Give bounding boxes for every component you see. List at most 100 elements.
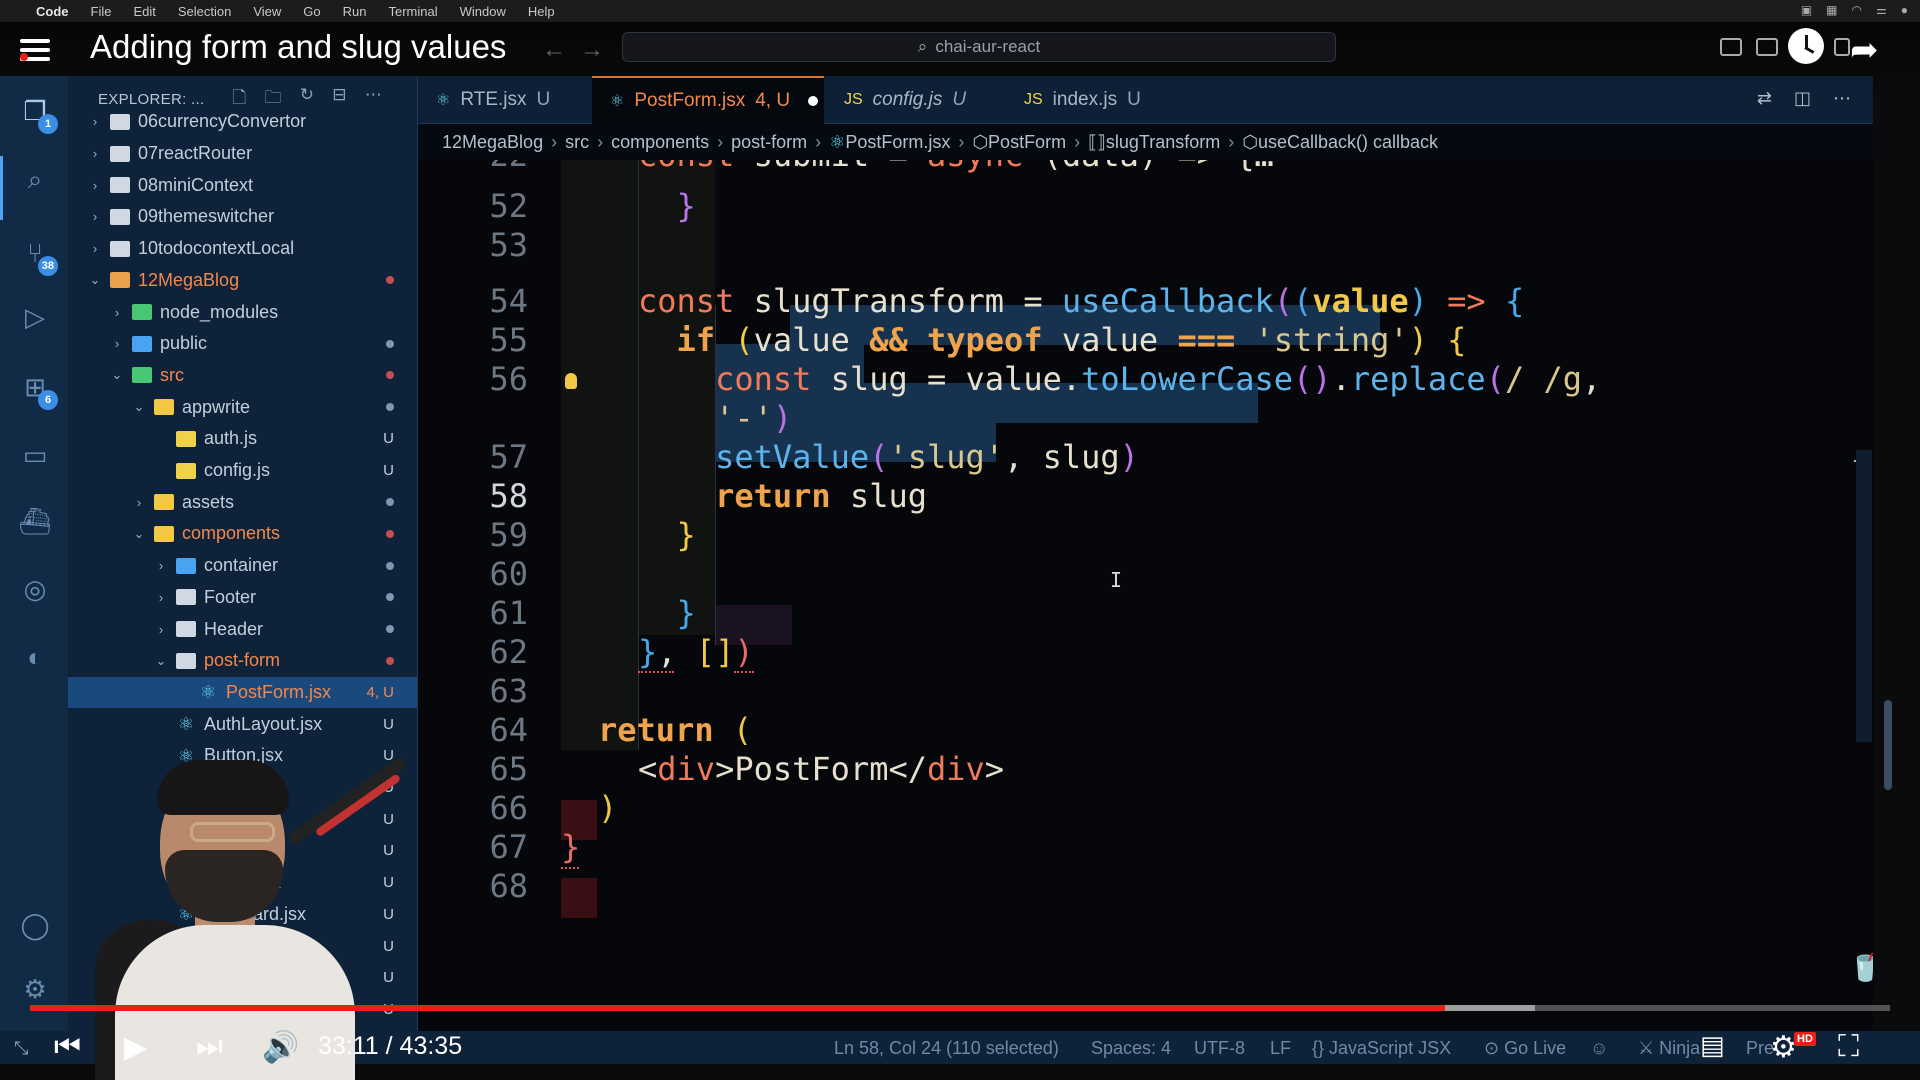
remote-explorer-icon[interactable]: ▭ xyxy=(18,438,52,472)
previous-icon[interactable]: ⏮ xyxy=(54,1030,81,1064)
folder-item[interactable]: ⌄ appwrite xyxy=(68,391,417,423)
back-arrow-icon[interactable]: ← xyxy=(542,36,566,64)
search-icon[interactable]: ⌕ xyxy=(18,162,52,196)
more-actions-icon[interactable]: ⋯ xyxy=(1833,88,1851,109)
tab-postform[interactable]: ⚛ PostForm.jsx 4, U xyxy=(592,76,824,124)
menu-code[interactable]: Code xyxy=(36,4,69,19)
menu-window[interactable]: Window xyxy=(460,4,506,19)
breadcrumb-item[interactable]: PostForm xyxy=(988,132,1066,153)
file-item[interactable]: auth.js U xyxy=(68,423,417,455)
menu-view[interactable]: View xyxy=(253,4,281,19)
folder-item[interactable]: › 07reactRouter xyxy=(68,138,417,170)
breadcrumb-item[interactable]: post-form xyxy=(731,132,807,153)
live-share-icon[interactable]: ◐ xyxy=(18,640,52,674)
menu-go[interactable]: Go xyxy=(303,4,320,19)
menu-help[interactable]: Help xyxy=(528,4,555,19)
file-item[interactable]: config.js U xyxy=(68,455,417,487)
account-icon[interactable]: ◯ xyxy=(18,908,52,942)
wifi-icon[interactable]: ◠ xyxy=(1852,3,1862,17)
explorer-icon[interactable]: ❐ 1 xyxy=(18,94,58,134)
chevron-down-icon: ⌄ xyxy=(155,652,167,668)
line-number: 22 xyxy=(418,160,528,174)
toggle-panel-icon[interactable] xyxy=(1756,38,1778,56)
tree-item-label: container xyxy=(204,555,279,576)
next-icon[interactable]: ⏭ xyxy=(196,1030,223,1064)
progress-bar-played[interactable] xyxy=(30,1005,1445,1011)
github-icon[interactable]: ◎ xyxy=(18,572,52,606)
run-debug-icon[interactable]: ▷ xyxy=(18,300,52,334)
volume-icon[interactable]: 🔊 xyxy=(262,1030,299,1065)
source-control-icon[interactable]: ⑂ 38 xyxy=(18,236,58,276)
menu-edit[interactable]: Edit xyxy=(133,4,155,19)
folder-item[interactable]: › 06currencyConvertor xyxy=(68,106,417,138)
line-number: 60 xyxy=(489,555,528,593)
chevron-right-icon: › xyxy=(114,336,120,352)
settings-gear-icon[interactable]: ⚙ xyxy=(18,972,52,1006)
breadcrumb-item[interactable]: 12MegaBlog xyxy=(442,132,543,153)
folder-item[interactable]: › container xyxy=(68,550,417,582)
watch-later-icon[interactable] xyxy=(1788,28,1824,64)
folder-item[interactable]: › node_modules xyxy=(68,296,417,328)
toggle-sidebar-icon[interactable] xyxy=(1720,38,1742,56)
folder-icon xyxy=(110,272,130,289)
menu-run[interactable]: Run xyxy=(343,4,367,19)
share-icon[interactable]: ➦ xyxy=(1850,30,1879,70)
folder-item[interactable]: › 08miniContext xyxy=(68,169,417,201)
control-center-icon[interactable]: ⚌ xyxy=(1876,3,1887,17)
breadcrumb-item[interactable]: src xyxy=(565,132,589,153)
line-number: 67 xyxy=(489,828,528,866)
menu-selection[interactable]: Selection xyxy=(178,4,231,19)
play-icon[interactable]: ▶ xyxy=(124,1030,147,1065)
cup-icon: 🥤 xyxy=(1848,950,1873,983)
folder-item[interactable]: ⌄ post-form xyxy=(68,645,417,677)
folder-item[interactable]: › 10todocontextLocal xyxy=(68,233,417,265)
folder-item[interactable]: › Header xyxy=(68,613,417,645)
file-item[interactable]: ⚛ PostForm.jsx 4, U xyxy=(68,676,417,709)
scrollbar-track[interactable] xyxy=(1856,450,1872,742)
modified-dot-icon xyxy=(386,403,394,412)
grid-icon[interactable]: ▦ xyxy=(1826,3,1837,17)
file-item[interactable]: ⚛ AuthLayout.jsx U xyxy=(68,708,417,740)
lightbulb-icon[interactable] xyxy=(565,373,577,389)
extensions-icon[interactable]: ⊞ 6 xyxy=(18,370,58,410)
chevron-right-icon: › xyxy=(717,131,724,152)
customize-layout-icon[interactable] xyxy=(1834,38,1850,56)
menu-file[interactable]: File xyxy=(91,4,112,19)
folder-item[interactable]: › public xyxy=(68,328,417,360)
breadcrumb-item[interactable]: slugTransform xyxy=(1106,132,1220,153)
folder-item[interactable]: ⌄ src xyxy=(68,360,417,392)
exit-fullscreen-icon[interactable]: ⛶ xyxy=(1838,1030,1859,1064)
folder-icon xyxy=(176,621,196,638)
folder-item[interactable]: › assets xyxy=(68,486,417,518)
vertical-scrollbar[interactable] xyxy=(1884,700,1892,790)
command-center-search[interactable]: ⌕ chai-aur-react xyxy=(622,32,1336,62)
tab-index[interactable]: JS index.js U xyxy=(1006,76,1182,124)
docker-icon[interactable]: ⛴ xyxy=(18,504,52,538)
folder-item[interactable]: › Footer xyxy=(68,582,417,614)
folder-item[interactable]: › 09themeswitcher xyxy=(68,201,417,233)
tab-config[interactable]: JS config.js U xyxy=(826,76,1004,124)
tab-rte[interactable]: ⚛ RTE.jsx U xyxy=(418,76,590,124)
unsaved-dot-icon[interactable] xyxy=(808,96,819,106)
subtitles-icon[interactable]: ▤ xyxy=(1700,1030,1725,1061)
folder-icon xyxy=(110,240,130,257)
breadcrumb-item[interactable]: useCallback() callback xyxy=(1258,132,1438,153)
js-icon xyxy=(176,430,196,447)
folder-icon xyxy=(110,177,130,194)
compare-changes-icon[interactable]: ⇄ xyxy=(1757,88,1772,109)
playlist-icon[interactable] xyxy=(20,34,64,68)
settings-icon[interactable]: ⚙ xyxy=(1770,1030,1797,1065)
video-title[interactable]: Adding form and slug values xyxy=(90,28,506,66)
folder-item[interactable]: ⌄ 12MegaBlog xyxy=(68,265,417,297)
forward-arrow-icon[interactable]: → xyxy=(580,36,604,64)
menu-terminal[interactable]: Terminal xyxy=(389,4,438,19)
folder-item[interactable]: ⌄ components xyxy=(68,518,417,550)
line-number: 52 xyxy=(489,187,528,225)
window-icon[interactable]: ▣ xyxy=(1801,3,1812,17)
code-editor[interactable]: 22 5253 545556 575859606162636465666768 con… xyxy=(418,160,1873,1031)
siri-icon[interactable]: ● xyxy=(1901,3,1908,17)
text-cursor-icon: I xyxy=(1110,568,1123,592)
breadcrumb-item[interactable]: PostForm.jsx xyxy=(845,132,950,153)
split-editor-icon[interactable]: ◫ xyxy=(1794,88,1811,109)
breadcrumb-item[interactable]: components xyxy=(611,132,709,153)
